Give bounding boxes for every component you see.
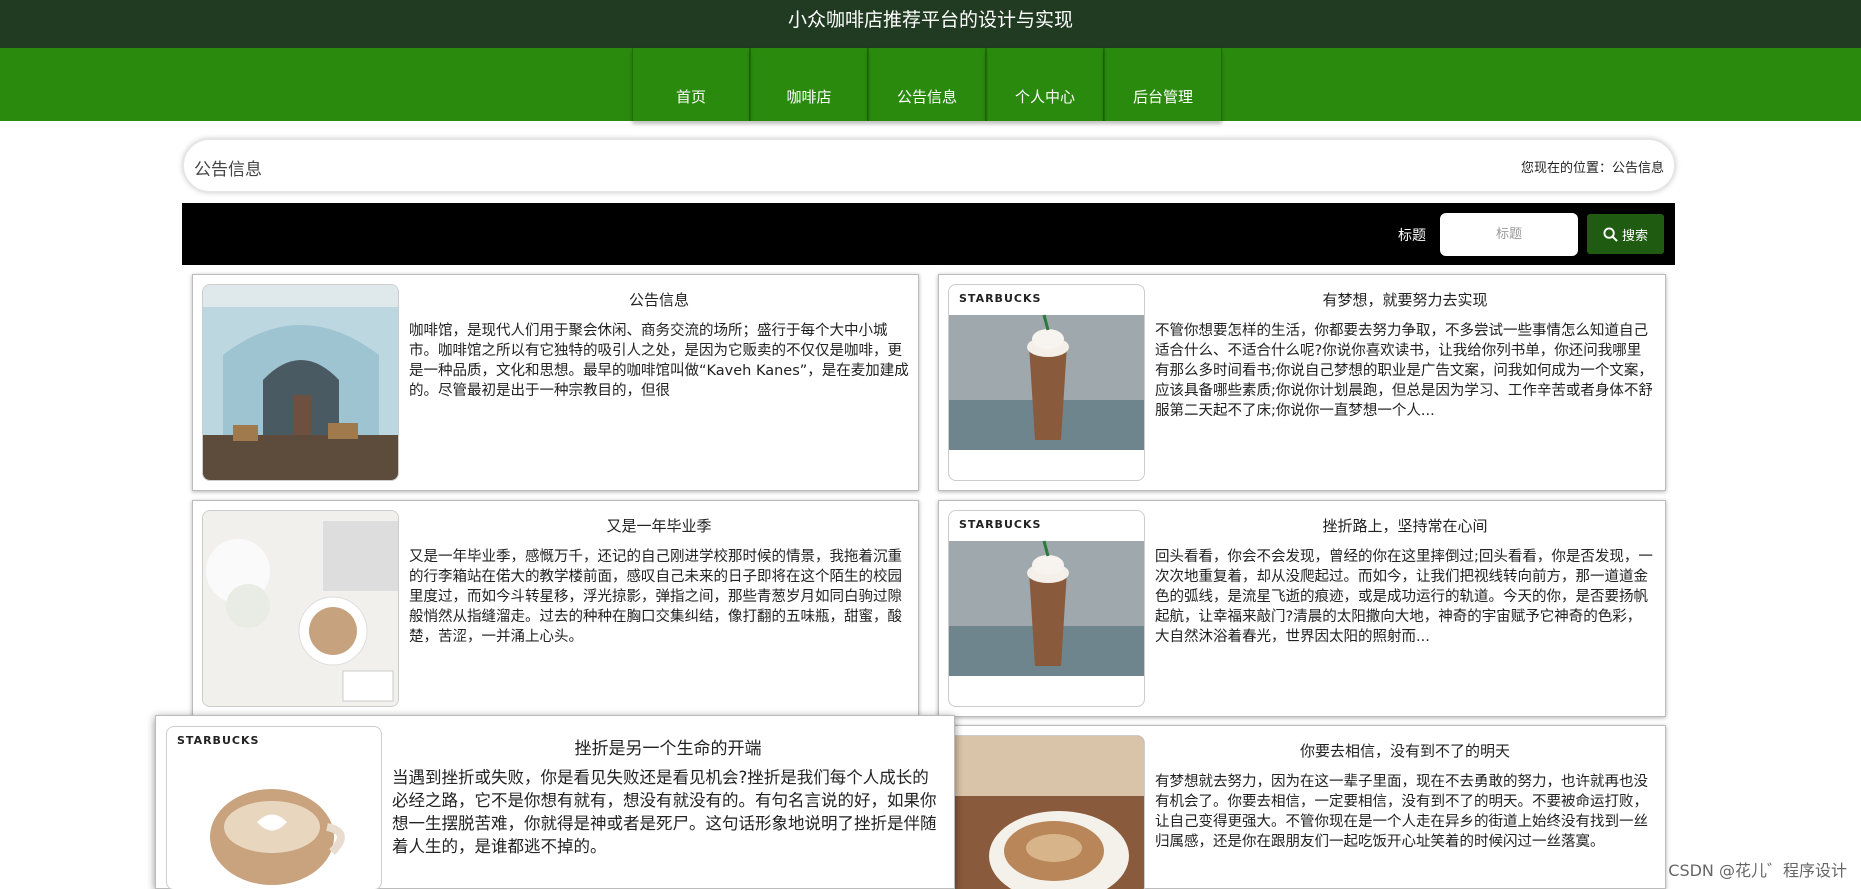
card-title: 公告信息 [628, 291, 689, 309]
nav-item-profile[interactable]: 个人中心 [986, 48, 1104, 121]
card-body: 当遇到挫折或失败，你是看见失败还是看见机会?挫折是我们每个人成长的必经之路，它不… [392, 768, 937, 856]
card-image: STARBUCKS [166, 726, 382, 889]
brand-logo: STARBUCKS [177, 734, 260, 747]
card-title: 挫折是另一个生命的开端 [574, 739, 762, 759]
breadcrumb: 公告信息 您现在的位置： 公告信息 [183, 139, 1675, 192]
announcement-card[interactable]: 你要去相信，没有到不了的明天 有梦想就去努力，因为在这一辈子里面，现在不去勇敢的… [938, 725, 1666, 889]
search-button[interactable]: 搜索 [1587, 214, 1664, 254]
watermark-text: CSDN @花儿゛程序设计 [1668, 861, 1847, 880]
card-body: 有梦想就去努力，因为在这一辈子里面，现在不去勇敢的努力，也许就再也没有机会了。你… [1155, 774, 1648, 850]
card-title: 你要去相信，没有到不了的明天 [1299, 742, 1510, 760]
search-icon [1603, 226, 1618, 242]
breadcrumb-prefix: 您现在的位置： [1520, 161, 1612, 176]
announcement-card[interactable]: 又是一年毕业季 又是一年毕业季，感慨万千，还记的自己刚进学校那时候的情景，我拖着… [192, 500, 919, 717]
page-title: 公告信息 [194, 160, 262, 180]
card-body: 回头看看，你会不会发现，曾经的你在这里摔倒过;回头看看，你是否发现，一次次地重复… [1155, 549, 1653, 645]
card-image: STARBUCKS [948, 284, 1145, 481]
site-title: 小众咖啡店推荐平台的设计与实现 [787, 9, 1073, 31]
search-button-label: 搜索 [1621, 228, 1648, 244]
search-label: 标题 [1398, 228, 1426, 244]
card-image [202, 284, 399, 481]
breadcrumb-location: 您现在的位置： 公告信息 [1521, 157, 1664, 176]
announcement-card-hovered[interactable]: STARBUCKS 挫折是另一个生命的开端 当遇到挫折或失败，你是看见失败还是看… [155, 715, 955, 889]
announcement-card[interactable]: STARBUCKS 有梦想，就要努力去实现 不管你想要怎样的生活，你都要去努力争… [938, 274, 1666, 491]
nav-items: 首页 咖啡店 公告信息 个人中心 后台管理 [632, 48, 1222, 121]
nav-item-admin[interactable]: 后台管理 [1104, 48, 1222, 121]
brand-logo: STARBUCKS [959, 292, 1042, 305]
nav-item-cafes[interactable]: 咖啡店 [750, 48, 868, 121]
card-image [948, 735, 1145, 889]
main-nav: 首页 咖啡店 公告信息 个人中心 后台管理 [0, 48, 1861, 121]
search-bar: 标题 搜索 [182, 203, 1675, 265]
site-header: 小众咖啡店推荐平台的设计与实现 [0, 0, 1861, 48]
page: { "header": { "site_title": "小众咖啡店推荐平台的设… [0, 0, 1861, 889]
nav-item-home[interactable]: 首页 [632, 48, 750, 121]
card-title: 又是一年毕业季 [606, 517, 712, 535]
card-title: 有梦想，就要努力去实现 [1322, 291, 1488, 309]
announcement-card[interactable]: STARBUCKS 挫折路上，坚持常在心间 回头看看，你会不会发现，曾经的你在这… [938, 500, 1666, 717]
breadcrumb-current-link[interactable]: 公告信息 [1612, 157, 1664, 176]
card-image: STARBUCKS [948, 510, 1145, 707]
card-body: 又是一年毕业季，感慨万千，还记的自己刚进学校那时候的情景，我拖着沉重的行李箱站在… [409, 549, 902, 645]
card-title: 挫折路上，坚持常在心间 [1322, 517, 1488, 535]
card-image [202, 510, 399, 707]
nav-item-announcements[interactable]: 公告信息 [868, 48, 986, 121]
search-input[interactable] [1440, 213, 1578, 256]
brand-logo: STARBUCKS [959, 518, 1042, 531]
card-body: 不管你想要怎样的生活，你都要去努力争取，不多尝试一些事情怎么知道自己适合什么、不… [1155, 323, 1653, 419]
announcement-card[interactable]: 公告信息 咖啡馆，是现代人们用于聚会休闲、商务交流的场所；盛行于每个大中小城市。… [192, 274, 919, 491]
card-body: 咖啡馆，是现代人们用于聚会休闲、商务交流的场所；盛行于每个大中小城市。咖啡馆之所… [409, 323, 909, 399]
